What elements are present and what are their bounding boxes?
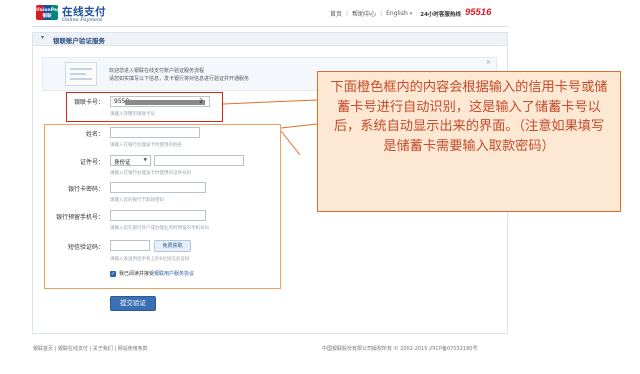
- masked-digits: [125, 99, 205, 105]
- hotline-label: 24小时客服热线: [420, 11, 461, 18]
- card-number-input[interactable]: 9550 2: [110, 96, 210, 107]
- nav-home-link[interactable]: 首页: [330, 9, 342, 18]
- notice-line-2: 请您如实填写以下信息，发卡银行将对信息进行验证并开通服务: [109, 76, 250, 82]
- card-number-label: 银联卡号：: [73, 99, 104, 106]
- header-divider: [32, 26, 508, 27]
- password-label: 银行卡密码：: [67, 186, 104, 193]
- get-sms-code-button[interactable]: 免费获取: [154, 240, 191, 252]
- id-type-value: 身份证: [114, 159, 131, 166]
- name-input[interactable]: [110, 127, 200, 138]
- close-icon[interactable]: ×: [486, 59, 491, 66]
- nav-separator: |: [346, 10, 349, 17]
- card-number-hint: 请输入完整的银联卡号: [110, 112, 155, 117]
- name-label: 姓名：: [85, 131, 104, 138]
- id-number-input[interactable]: [154, 155, 244, 166]
- password-hint: 请输入您的银行卡取款密码: [110, 198, 164, 203]
- sms-code-input[interactable]: [110, 240, 150, 251]
- footer-copyright: 中国银联股份有限公司版权所有 © 2002-2015 沪ICP备07032180…: [322, 346, 478, 352]
- submit-verification-button[interactable]: 提交验证: [110, 296, 156, 311]
- chevron-down-icon: ▼: [143, 158, 147, 163]
- nav-help-link[interactable]: 帮助中心: [352, 9, 376, 18]
- chevron-down-icon: ▾: [409, 11, 413, 17]
- agree-checkbox[interactable]: ✓: [110, 271, 116, 277]
- phone-label: 银行预留手机号：: [55, 214, 104, 221]
- language-switch[interactable]: English ▾: [386, 10, 412, 17]
- name-hint: 请输入在银行办理该卡时使用的姓名: [110, 143, 182, 148]
- agree-label: 我已阅读并接受: [119, 271, 155, 277]
- phone-hint: 请输入您在银行开户或办理业务时预留的手机号码: [110, 226, 209, 231]
- id-hint: 请输入在银行办理该卡时使用的证件号码: [110, 171, 191, 176]
- hotline-number: 95516: [464, 7, 492, 18]
- agree-text: 我已阅读并接受银联用户服务协议: [119, 270, 194, 277]
- id-type-select[interactable]: 身份证 ▼: [110, 155, 151, 166]
- top-nav: 首页 | 帮助中心 | English ▾ 24小时客服热线 95516: [330, 7, 492, 18]
- service-agreement-link[interactable]: 银联用户服务协议: [154, 271, 194, 277]
- auto-detected-fields-highlight: [44, 124, 281, 289]
- notice-line-1: 欢迎您进入银联在线支付账户验证服务流程: [109, 68, 205, 74]
- id-label: 证件号：: [79, 159, 104, 166]
- section-title: 银联账户验证服务: [53, 37, 105, 45]
- unionpay-logo[interactable]: UnionPay 银联: [36, 5, 58, 20]
- language-label: English: [386, 10, 408, 17]
- annotation-callout: 下面橙色框内的内容会根据输入的信用卡号或储蓄卡号进行自动识别，这是输入了储蓄卡号…: [317, 71, 621, 212]
- site-header: UnionPay 银联 在线支付 Online Payment 首页 | 帮助中…: [0, 0, 640, 26]
- sms-hint: 请输入发送到您手机上的6位短信验证码: [110, 257, 190, 262]
- collapse-caret-icon: ▾: [41, 34, 45, 41]
- phone-input[interactable]: [110, 210, 206, 221]
- notice-illustration-icon: [65, 62, 97, 86]
- footer-links[interactable]: 银联首页 | 银联在线支付 | 关于我们 | 网站使用条款: [33, 345, 148, 352]
- card-password-input[interactable]: [110, 182, 206, 193]
- sms-label: 短信验证码：: [67, 244, 104, 251]
- section-header[interactable]: ▾ 银联账户验证服务: [32, 32, 508, 46]
- brand-subtitle: Online Payment: [62, 17, 103, 23]
- logo-text: UnionPay 银联: [36, 8, 58, 19]
- annotation-text: 下面橙色框内的内容会根据输入的信用卡号或储蓄卡号进行自动识别，这是输入了储蓄卡号…: [330, 80, 608, 154]
- nav-separator: |: [380, 10, 383, 17]
- card-number-suffix: 2: [199, 98, 203, 105]
